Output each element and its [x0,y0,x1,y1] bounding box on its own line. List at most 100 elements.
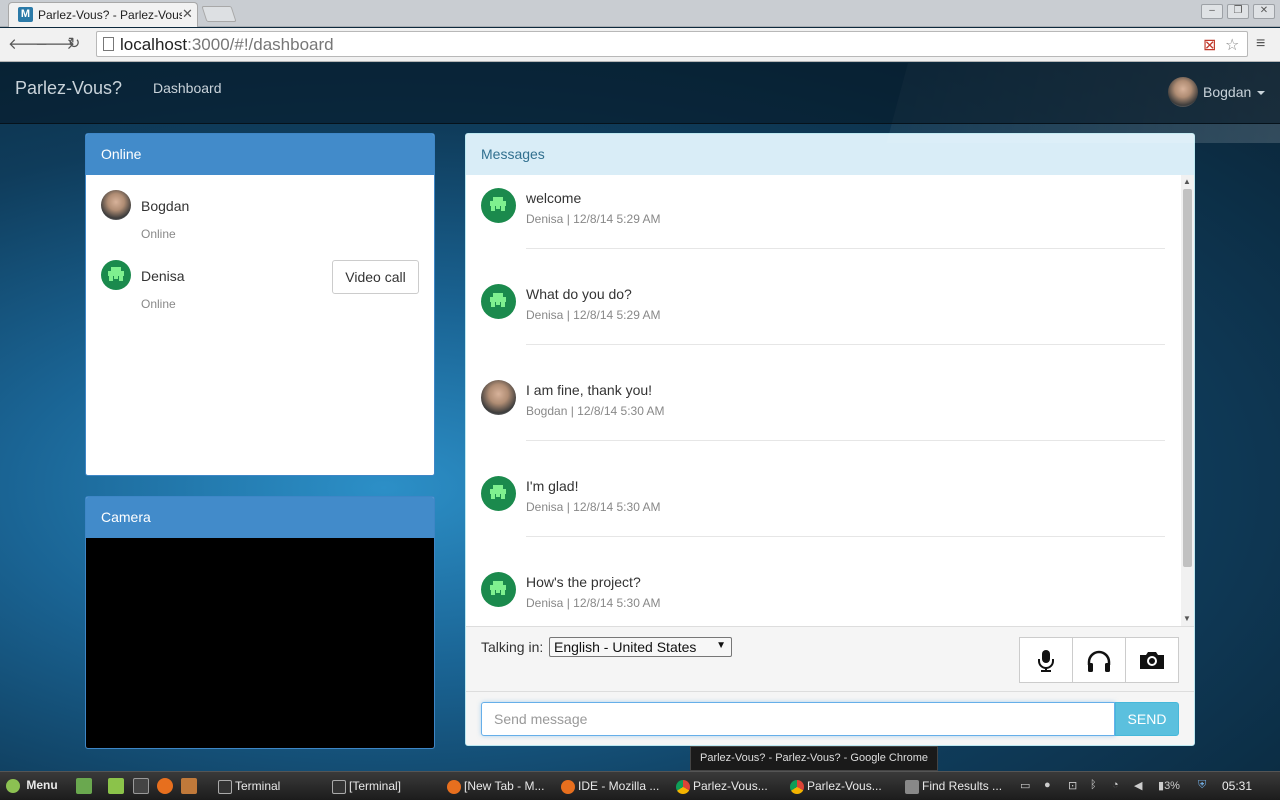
reload-icon[interactable]: ↻ [64,34,84,52]
firefox-icon [561,779,575,794]
send-button[interactable]: SEND [1115,702,1179,736]
scroll-up-icon[interactable]: ▲ [1183,177,1191,186]
message-item: I'm glad! Denisa | 12/8/14 5:30 AM [481,463,1165,559]
editor-launcher-icon[interactable] [181,778,197,794]
page-icon [103,37,114,51]
messages-panel-title: Messages [466,134,1194,175]
invader-avatar-icon [481,476,516,511]
desktop-launcher-icon[interactable] [76,778,92,794]
user-avatar [1168,77,1198,107]
taskbar-window-find-results[interactable]: Find Results ... [905,779,1013,794]
taskbar-window-terminal[interactable]: Terminal [218,779,323,794]
bluetooth-icon[interactable]: ᛒ [1090,779,1097,791]
wifi-icon[interactable]: ◔ [1112,779,1119,791]
terminal-icon [332,779,346,794]
taskbar-window-new-tab[interactable]: [New Tab - M... [447,779,552,794]
message-list[interactable]: welcome Denisa | 12/8/14 5:29 AM What do… [466,175,1194,626]
camera-button[interactable] [1125,637,1179,683]
headphones-icon [1087,650,1111,672]
browser-tab-strip: M Parlez-Vous? - Parlez-Vous? ✕ – ❐ ✕ [0,0,1280,27]
app-navbar: Parlez-Vous? Dashboard Bogdan [0,63,1280,124]
firefox-launcher-icon[interactable] [157,778,173,794]
message-item: How's the project? Denisa | 12/8/14 5:30… [481,559,1165,626]
online-user-name: Denisa [141,268,185,284]
taskbar-window-terminal-2[interactable]: [Terminal] [332,779,437,794]
firefox-icon [447,779,461,794]
language-select[interactable]: English - United States ▼ [549,637,732,657]
volume-icon[interactable]: ◀ [1134,779,1142,792]
scrollbar-thumb[interactable] [1183,189,1192,567]
online-user-row: Bogdan Online [101,190,421,250]
message-text: How's the project? [526,574,641,590]
message-meta: Denisa | 12/8/14 5:29 AM [526,308,661,322]
new-tab-button[interactable] [201,6,237,22]
divider [526,344,1165,345]
invader-avatar-icon [481,284,516,319]
message-meta: Denisa | 12/8/14 5:30 AM [526,500,661,514]
online-panel-title: Online [86,134,434,175]
bogdan-avatar [101,190,131,220]
back-icon[interactable]: 🡐 [8,34,48,53]
camera-panel: Camera [85,496,435,749]
taskbar-window-parlez-vous-2[interactable]: Parlez-Vous... [790,779,895,794]
taskbar-clock[interactable]: 05:31 [1222,779,1252,793]
terminal-launcher-icon[interactable] [133,778,149,794]
tab-close-icon[interactable]: ✕ [182,6,193,22]
nav-link-dashboard[interactable]: Dashboard [153,80,222,96]
blocked-popup-icon[interactable]: ⊠ [1203,35,1216,55]
folder-launcher-icon[interactable] [108,778,124,794]
bookmark-star-icon[interactable]: ☆ [1225,35,1239,55]
microphone-button[interactable] [1019,637,1073,683]
forward-icon[interactable]: 🡒 [35,34,75,53]
headphones-button[interactable] [1072,637,1126,683]
message-meta: Denisa | 12/8/14 5:30 AM [526,596,661,610]
start-menu-button[interactable]: Menu [6,778,58,793]
app-favicon-icon: M [18,7,33,22]
address-bar[interactable]: localhost:3000/#!/dashboard ⊠ ☆ [96,31,1248,57]
message-meta: Denisa | 12/8/14 5:29 AM [526,212,661,226]
browser-menu-icon[interactable]: ≡ [1256,35,1265,53]
send-row: SEND [466,692,1194,745]
battery-level: 3% [1164,780,1180,792]
online-panel: Online Bogdan Online Denisa Online Video… [85,133,435,476]
shield-icon[interactable]: ⛨ [1198,779,1206,792]
brand[interactable]: Parlez-Vous? [15,78,122,99]
microphone-icon [1038,650,1054,672]
user-icon[interactable]: ● [1044,779,1051,791]
online-user-status: Online [141,297,176,311]
restore-icon[interactable]: ❐ [1227,4,1249,19]
invader-avatar-icon [101,260,131,290]
user-menu[interactable]: Bogdan [1168,77,1266,109]
taskbar-window-ide[interactable]: IDE - Mozilla ... [561,779,666,794]
chrome-icon [676,779,690,794]
minimize-icon[interactable]: – [1201,4,1223,19]
message-item: What do you do? Denisa | 12/8/14 5:29 AM [481,271,1165,367]
editor-icon [905,779,919,794]
workspace-icon[interactable]: ▭ [1020,779,1030,792]
start-menu-label: Menu [26,778,58,792]
message-text: I am fine, thank you! [526,382,653,398]
browser-toolbar: 🡐 🡒 ↻ localhost:3000/#!/dashboard ⊠ ☆ ≡ [0,28,1280,62]
camera-panel-title: Camera [86,497,434,538]
browser-tab[interactable]: M Parlez-Vous? - Parlez-Vous? ✕ [8,2,198,27]
online-user-row: Denisa Online Video call [101,260,421,320]
invader-avatar-icon [481,188,516,223]
online-user-status: Online [141,227,176,241]
camera-video [86,538,434,748]
web-page: Parlez-Vous? Dashboard Bogdan Online Bog… [0,63,1280,771]
message-item: welcome Denisa | 12/8/14 5:29 AM [481,175,1165,271]
scroll-down-icon[interactable]: ▼ [1183,614,1191,623]
divider [526,440,1165,441]
divider [526,248,1165,249]
close-window-icon[interactable]: ✕ [1253,4,1275,19]
message-scrollbar[interactable]: ▲ ▼ [1181,175,1194,626]
message-item: I am fine, thank you! Bogdan | 12/8/14 5… [481,367,1165,463]
online-user-name: Bogdan [141,198,190,214]
update-icon[interactable]: ⊡ [1068,779,1077,792]
send-message-input[interactable] [481,702,1115,736]
battery-indicator[interactable]: ▮3% [1158,779,1180,792]
video-call-button[interactable]: Video call [332,260,419,294]
message-text: welcome [526,190,582,206]
message-controls: Talking in: English - United States ▼ [466,626,1194,692]
taskbar-window-parlez-vous[interactable]: Parlez-Vous... [676,779,781,794]
